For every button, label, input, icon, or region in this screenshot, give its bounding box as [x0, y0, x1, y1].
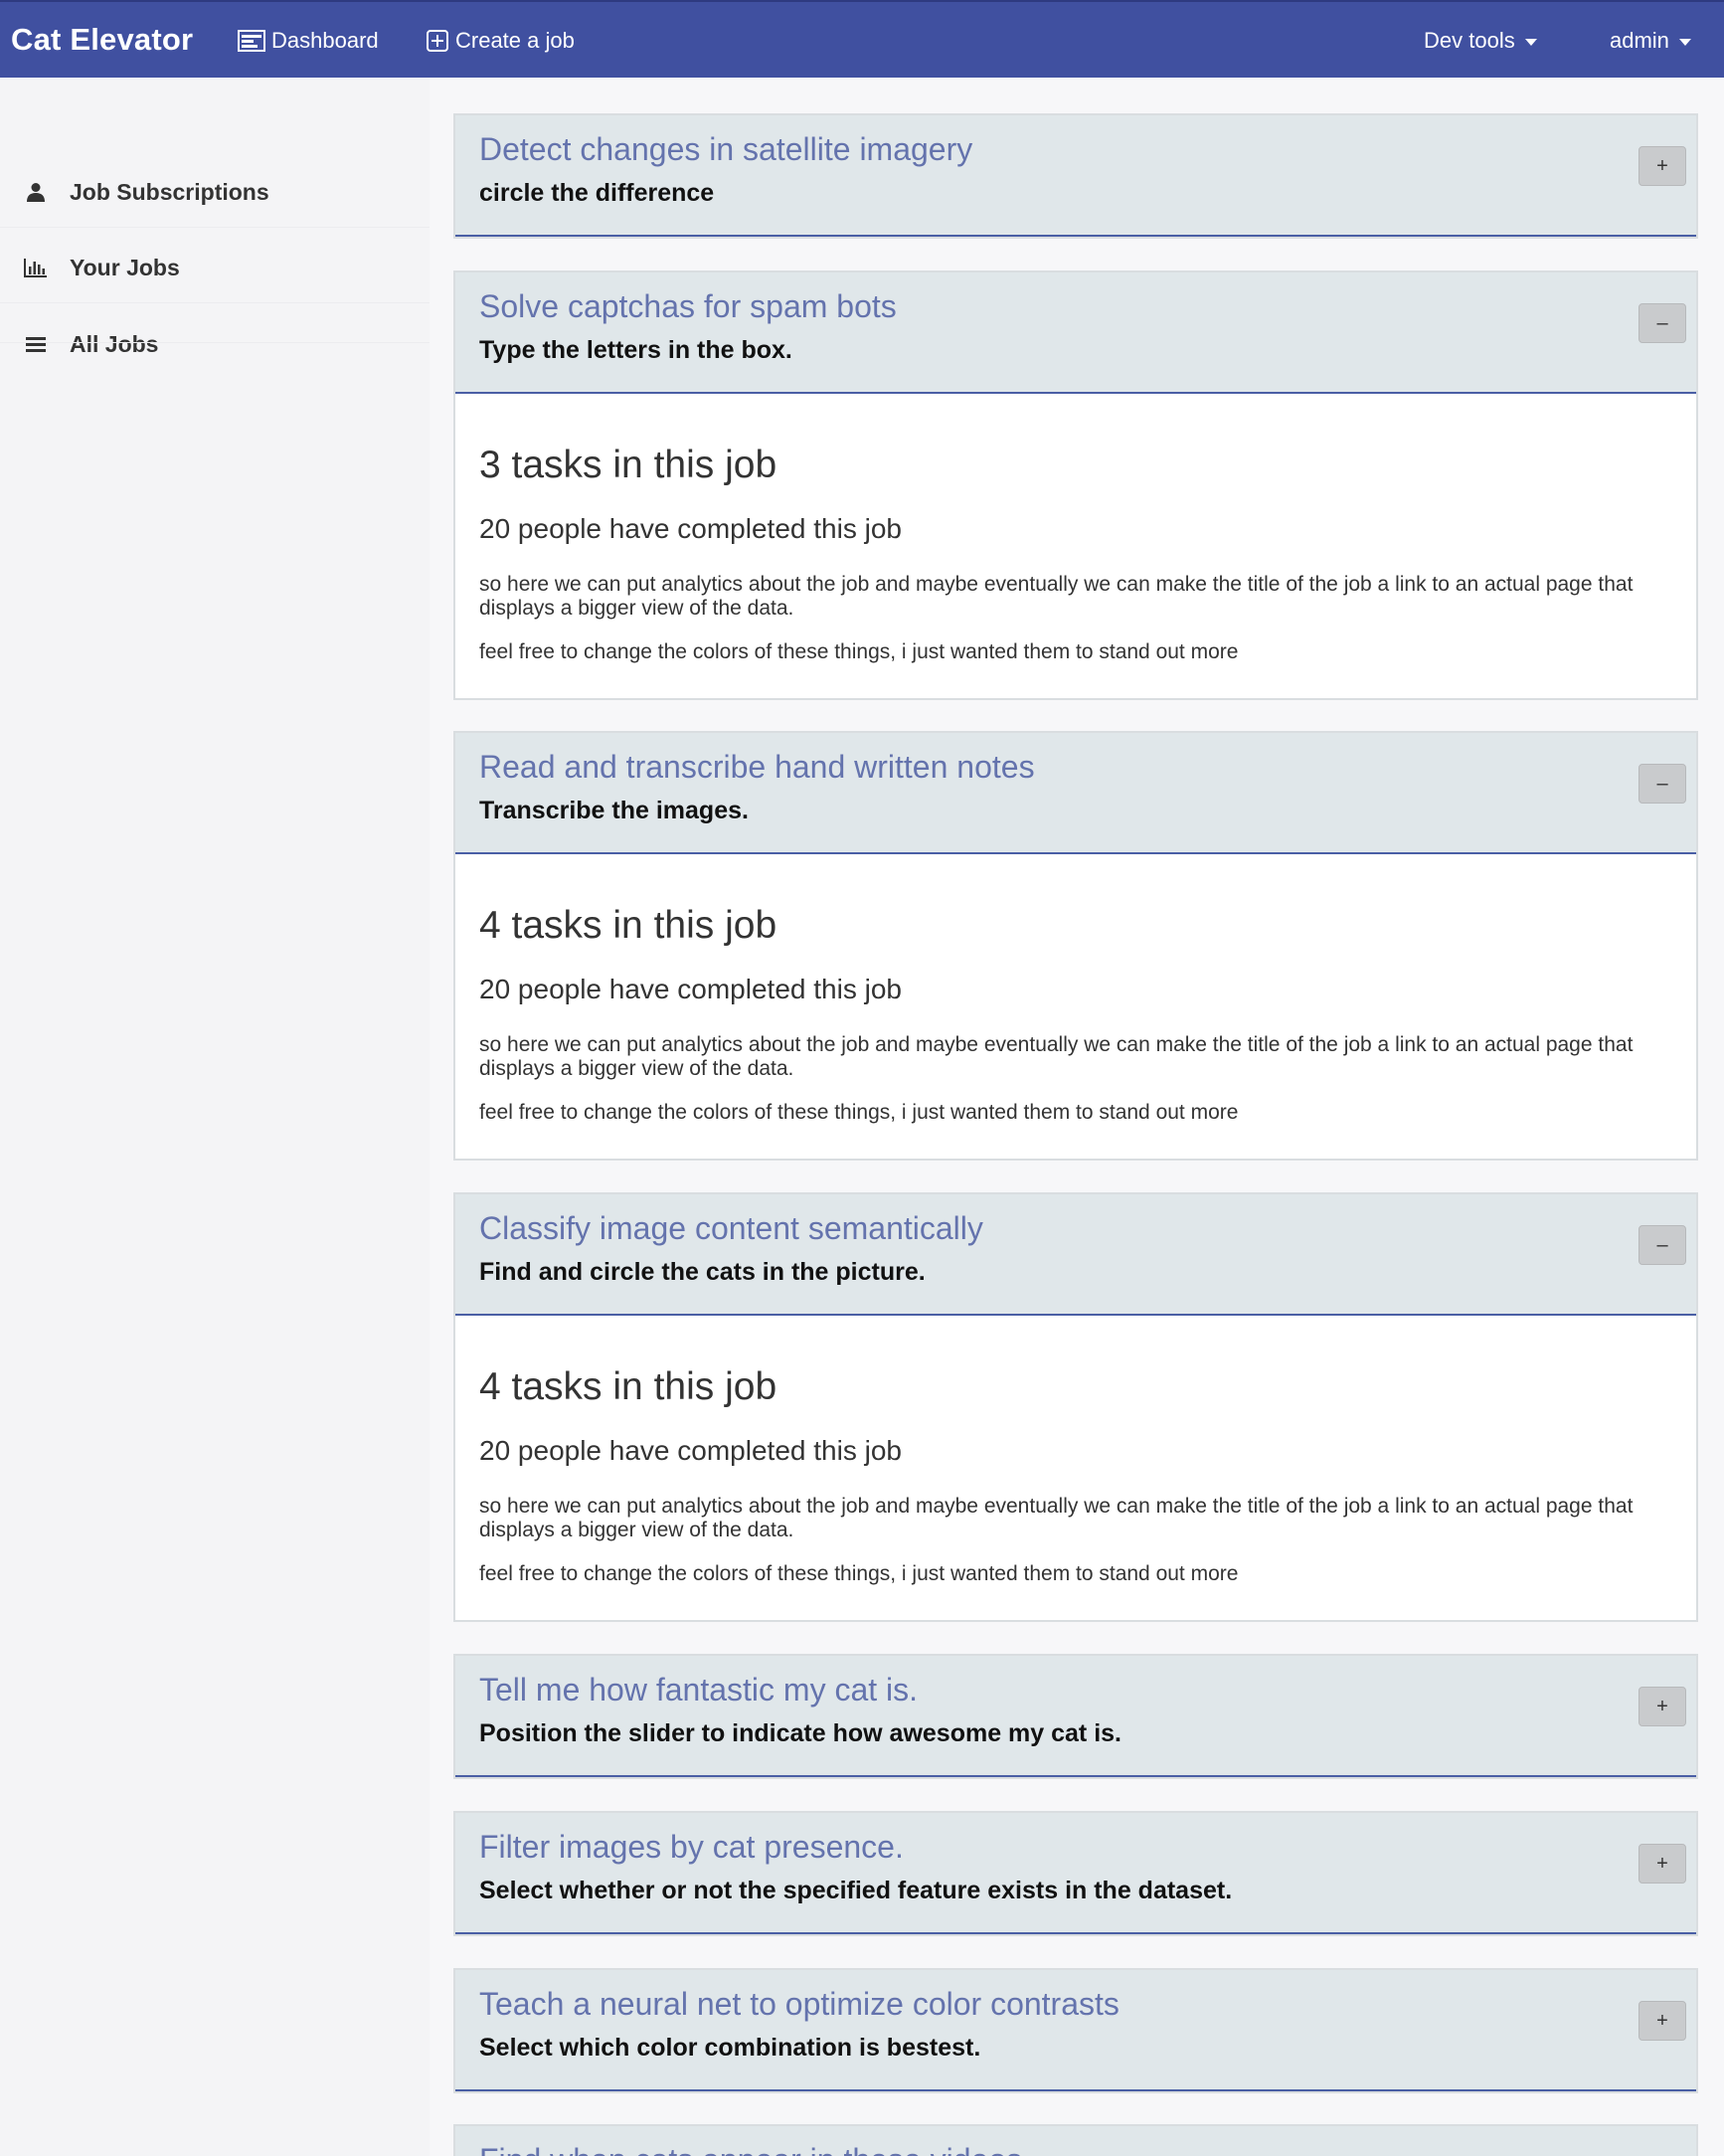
job-details: 3 tasks in this job 20 people have compl…	[455, 394, 1696, 698]
dev-tools-dropdown[interactable]: Dev tools	[1424, 26, 1537, 56]
caret-down-icon	[1678, 38, 1691, 46]
job-title[interactable]: Tell me how fantastic my cat is.	[479, 1672, 918, 1708]
job-title[interactable]: Solve captchas for spam bots	[479, 288, 897, 325]
job-header: Detect changes in satellite imagery circ…	[455, 115, 1696, 237]
job-note: feel free to change the colors of these …	[479, 1562, 1239, 1585]
people-completed: 20 people have completed this job	[479, 513, 902, 544]
nav-create-job-link[interactable]: Create a job	[426, 26, 575, 56]
expand-button[interactable]: +	[1638, 1687, 1686, 1726]
sidebar-divider	[0, 342, 430, 343]
job-subtitle: Find and circle the cats in the picture.	[479, 1258, 926, 1286]
collapse-button[interactable]: –	[1638, 764, 1686, 804]
job-subtitle: circle the difference	[479, 179, 715, 207]
job-card: Find when cats appear in these videos +	[453, 2124, 1698, 2156]
job-note: feel free to change the colors of these …	[479, 1101, 1239, 1124]
tasks-count: 4 tasks in this job	[479, 904, 777, 947]
job-note: feel free to change the colors of these …	[479, 640, 1239, 663]
job-subtitle: Type the letters in the box.	[479, 336, 792, 364]
bar-chart-icon	[24, 256, 48, 279]
job-subtitle: Select which color combination is bestes…	[479, 2034, 981, 2062]
job-note: so here we can put analytics about the j…	[479, 573, 1634, 620]
job-details: 4 tasks in this job 20 people have compl…	[455, 854, 1696, 1159]
sidebar-divider	[0, 227, 430, 228]
user-icon	[24, 180, 48, 204]
job-title[interactable]: Find when cats appear in these videos	[479, 2142, 1022, 2156]
job-title[interactable]: Teach a neural net to optimize color con…	[479, 1986, 1120, 2023]
sidebar-item-label: Job Subscriptions	[70, 178, 269, 205]
job-header: Find when cats appear in these videos +	[455, 2126, 1696, 2156]
sidebar-item-job-subscriptions[interactable]: Job Subscriptions	[0, 155, 430, 229]
expand-button[interactable]: +	[1638, 2001, 1686, 2041]
nav-dashboard-link[interactable]: Dashboard	[238, 26, 379, 56]
job-header: Read and transcribe hand written notes T…	[455, 733, 1696, 854]
user-menu-label: admin	[1610, 28, 1669, 53]
job-card: Classify image content semantically Find…	[453, 1192, 1698, 1622]
sidebar-item-label: Your Jobs	[70, 254, 180, 280]
job-card: Filter images by cat presence. Select wh…	[453, 1811, 1698, 1936]
nav-create-job-label: Create a job	[455, 28, 575, 53]
collapse-button[interactable]: –	[1638, 1225, 1686, 1265]
job-title[interactable]: Read and transcribe hand written notes	[479, 749, 1035, 786]
tasks-count: 4 tasks in this job	[479, 1365, 777, 1408]
job-subtitle: Position the slider to indicate how awes…	[479, 1719, 1121, 1747]
top-navbar: Cat Elevator Dashboard Create a job Dev …	[0, 0, 1724, 78]
tasks-count: 3 tasks in this job	[479, 444, 777, 486]
collapse-button[interactable]: –	[1638, 303, 1686, 343]
job-card: Detect changes in satellite imagery circ…	[453, 113, 1698, 239]
job-card: Solve captchas for spam bots Type the le…	[453, 270, 1698, 700]
sidebar-divider	[0, 302, 430, 303]
sidebar-item-your-jobs[interactable]: Your Jobs	[0, 231, 430, 304]
dev-tools-label: Dev tools	[1424, 28, 1515, 53]
job-note: so here we can put analytics about the j…	[479, 1033, 1634, 1080]
job-title[interactable]: Classify image content semantically	[479, 1210, 983, 1247]
job-header: Tell me how fantastic my cat is. Positio…	[455, 1656, 1696, 1777]
sidebar-item-label: All Jobs	[70, 330, 159, 357]
job-header: Solve captchas for spam bots Type the le…	[455, 272, 1696, 394]
job-header: Teach a neural net to optimize color con…	[455, 1970, 1696, 2091]
dashboard-icon	[238, 29, 265, 53]
expand-button[interactable]: +	[1638, 146, 1686, 186]
sidebar-item-all-jobs[interactable]: All Jobs	[0, 307, 430, 381]
user-menu-dropdown[interactable]: admin	[1610, 26, 1691, 56]
sidebar: Job Subscriptions Your Jobs All Jobs	[0, 78, 430, 2156]
expand-button[interactable]: +	[1638, 1844, 1686, 1884]
brand-logo[interactable]: Cat Elevator	[11, 22, 193, 58]
job-details: 4 tasks in this job 20 people have compl…	[455, 1316, 1696, 1620]
job-title[interactable]: Filter images by cat presence.	[479, 1829, 904, 1866]
job-card: Read and transcribe hand written notes T…	[453, 731, 1698, 1161]
job-card: Tell me how fantastic my cat is. Positio…	[453, 1654, 1698, 1779]
job-subtitle: Transcribe the images.	[479, 797, 749, 824]
job-note: so here we can put analytics about the j…	[479, 1495, 1634, 1541]
plus-square-icon	[426, 29, 449, 53]
nav-dashboard-label: Dashboard	[271, 28, 379, 53]
people-completed: 20 people have completed this job	[479, 1435, 902, 1466]
job-card: Teach a neural net to optimize color con…	[453, 1968, 1698, 2093]
job-title[interactable]: Detect changes in satellite imagery	[479, 131, 972, 168]
list-icon	[24, 332, 48, 356]
caret-down-icon	[1524, 38, 1537, 46]
people-completed: 20 people have completed this job	[479, 974, 902, 1004]
job-header: Filter images by cat presence. Select wh…	[455, 1813, 1696, 1934]
job-subtitle: Select whether or not the specified feat…	[479, 1877, 1233, 1904]
job-header: Classify image content semantically Find…	[455, 1194, 1696, 1316]
